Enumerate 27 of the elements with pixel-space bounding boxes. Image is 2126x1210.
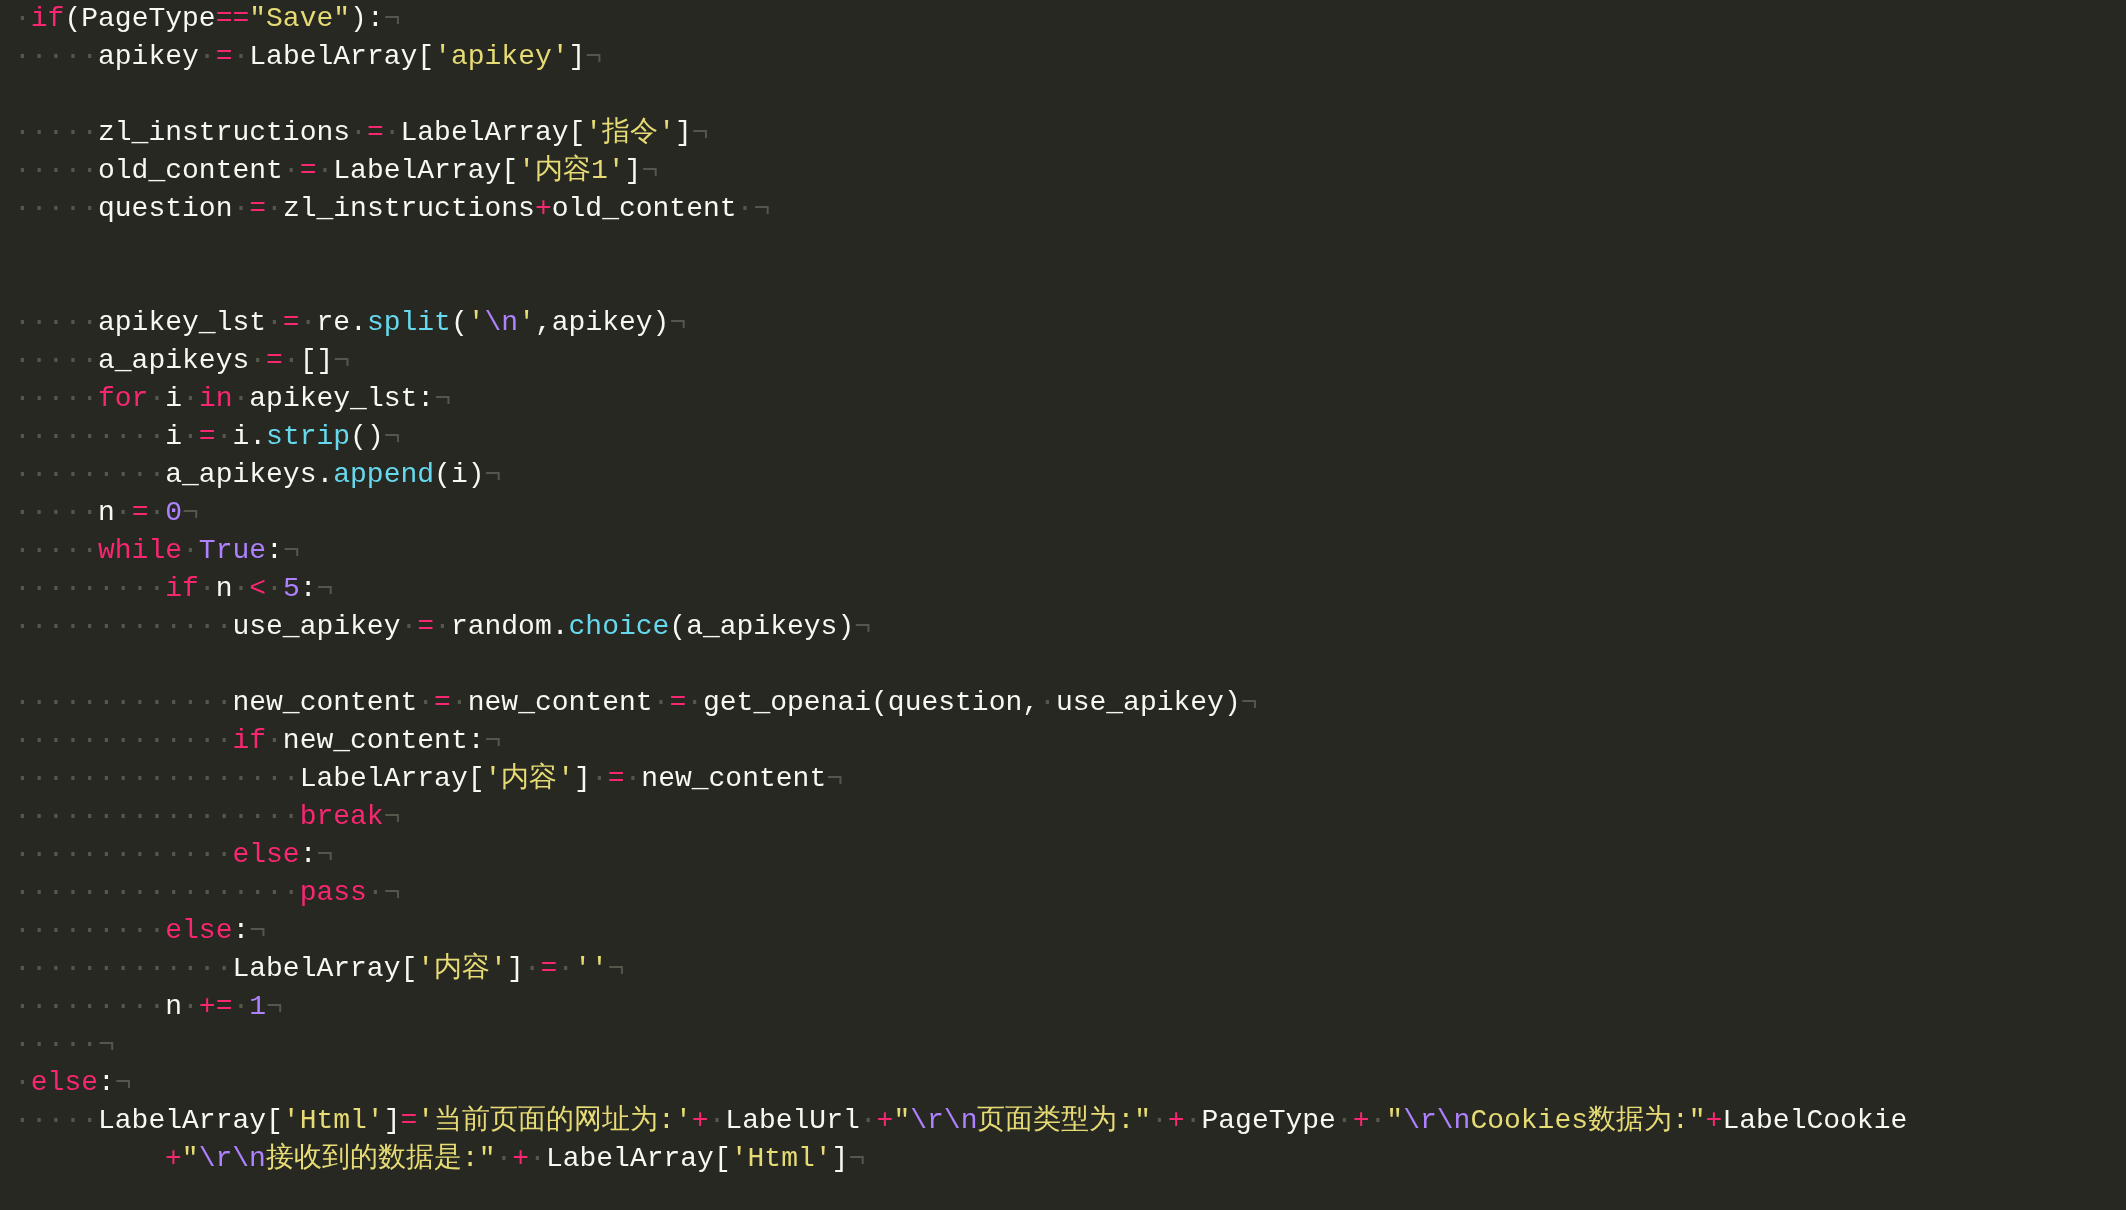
code-line: ·············new_content·=·new_content·=·get_openai(question,·use_apikey)¬ [14, 686, 1258, 720]
code-line: ·············else:¬ [14, 838, 334, 872]
code-line: ·····apikey·=·LabelArray['apikey']¬ [14, 40, 603, 74]
code-line: ·············use_apikey·=·random.choice(a_apikeys)¬ [14, 610, 871, 644]
code-line: +"\r\n接收到的数据是:"·+·LabelArray['Html']¬ [164, 1141, 866, 1176]
code-line: ·····a_apikeys·=·[]¬ [14, 344, 351, 378]
code-line: ·········else:¬ [14, 914, 267, 948]
code-line: ·····while·True:¬ [14, 534, 300, 568]
code-line: ·········n·+=·1¬ [14, 990, 283, 1024]
code-line: ·····question·=·zl_instructions+old_content·¬ [14, 192, 771, 226]
code-line: ·if(PageType=="Save"):¬ [14, 2, 401, 36]
code-line: ·····apikey_lst·=·re.split('\n',apikey)¬ [14, 306, 687, 340]
code-line: ·····old_content·=·LabelArray['内容1']¬ [14, 153, 659, 188]
code-line: ·················LabelArray['内容']·=·new_content¬ [14, 761, 843, 796]
code-line: ·····for·i·in·apikey_lst:¬ [14, 382, 451, 416]
code-line: ·····¬ [14, 1028, 115, 1062]
code-line: ·········a_apikeys.append(i)¬ [14, 458, 502, 492]
code-line: ·················break¬ [14, 800, 401, 834]
code-line: ·············if·new_content:¬ [14, 724, 502, 758]
code-line: ·····n·=·0¬ [14, 496, 199, 530]
code-line: ·····LabelArray['Html']='当前页面的网址为:'+·LabelUrl·+"\r\n页面类型为:"·+·PageType·+·"\r\nCookies数据为:"+LabelCookie [14, 1104, 1908, 1138]
code-line: ·············LabelArray['内容']·=·''¬ [14, 951, 625, 986]
code-line: ·else:¬ [14, 1066, 132, 1100]
code-line: ·········i·=·i.strip()¬ [14, 420, 401, 454]
code-line: ·················pass·¬ [14, 876, 401, 910]
code-line: ·····zl_instructions·=·LabelArray['指令']¬ [14, 116, 709, 150]
code-line: ·········if·n·<·5:¬ [14, 572, 334, 606]
